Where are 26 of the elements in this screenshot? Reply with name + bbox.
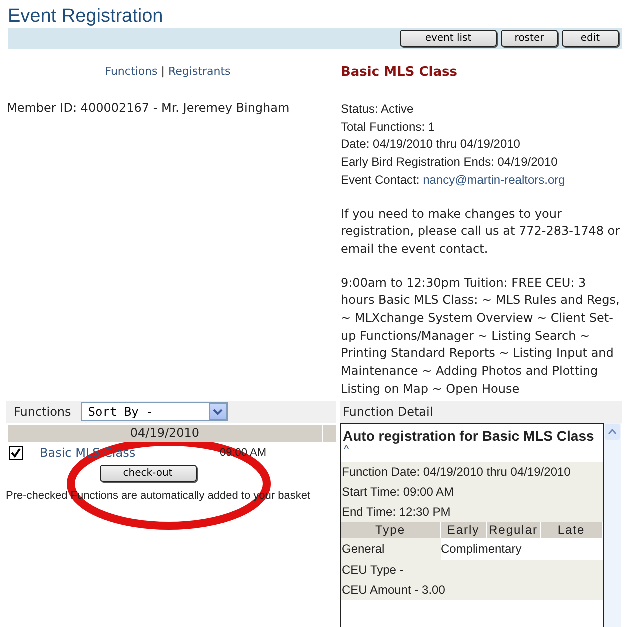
- caret-link[interactable]: ^: [344, 444, 350, 456]
- nav-link[interactable]: Registrants: [168, 65, 231, 78]
- contact-label: Event Contact:: [341, 172, 420, 187]
- detail-header: Function Detail: [340, 400, 622, 423]
- email-link[interactable]: nancy@martin-realtors.org: [423, 172, 566, 187]
- table-cell: General: [341, 538, 441, 560]
- member-info: Member ID: 400002167 - Mr. Jeremey Bingham: [7, 101, 291, 115]
- checkout-button[interactable]: check-out: [100, 464, 196, 482]
- toolbar-button[interactable]: event list: [400, 30, 497, 47]
- nav-link[interactable]: Functions: [105, 65, 158, 78]
- toolbar-button[interactable]: edit: [562, 30, 619, 47]
- separator: |: [161, 65, 165, 78]
- page-title: Event Registration: [8, 6, 164, 28]
- event-detail: Early Bird Registration Ends: 04/19/2010: [341, 154, 559, 172]
- checkbox[interactable]: [9, 446, 23, 460]
- notice-text: If you need to make changes to your registration, please call us at 772-283-1748 or email the event contact.: [341, 206, 622, 258]
- event-detail: Date: 04/19/2010 thru 04/19/2010: [341, 136, 522, 154]
- event-detail: Total Functions: 1: [341, 118, 436, 136]
- functions-label: Functions: [14, 404, 72, 419]
- scrollbar[interactable]: [604, 422, 621, 627]
- event-name: Basic MLS Class: [341, 65, 458, 82]
- event-detail: Status: Active: [341, 101, 415, 118]
- scroll-up-icon[interactable]: [605, 424, 620, 440]
- sort-dropdown[interactable]: Sort By -: [81, 402, 228, 422]
- toolbar-button[interactable]: roster: [501, 30, 558, 47]
- event-description: 9:00am to 12:30pm Tuition: FREE CEU: 3 hours Basic MLS Class: ~ MLS Rules and Regs, ~ MLXchange System Overview ~ Client Set-up Functions/Manager ~ Listing Search ~ Printing Standard Reports ~ Listing Input and Maintenance ~ Adding Photos and Plotting Listing on Map ~ Open House: [341, 274, 621, 398]
